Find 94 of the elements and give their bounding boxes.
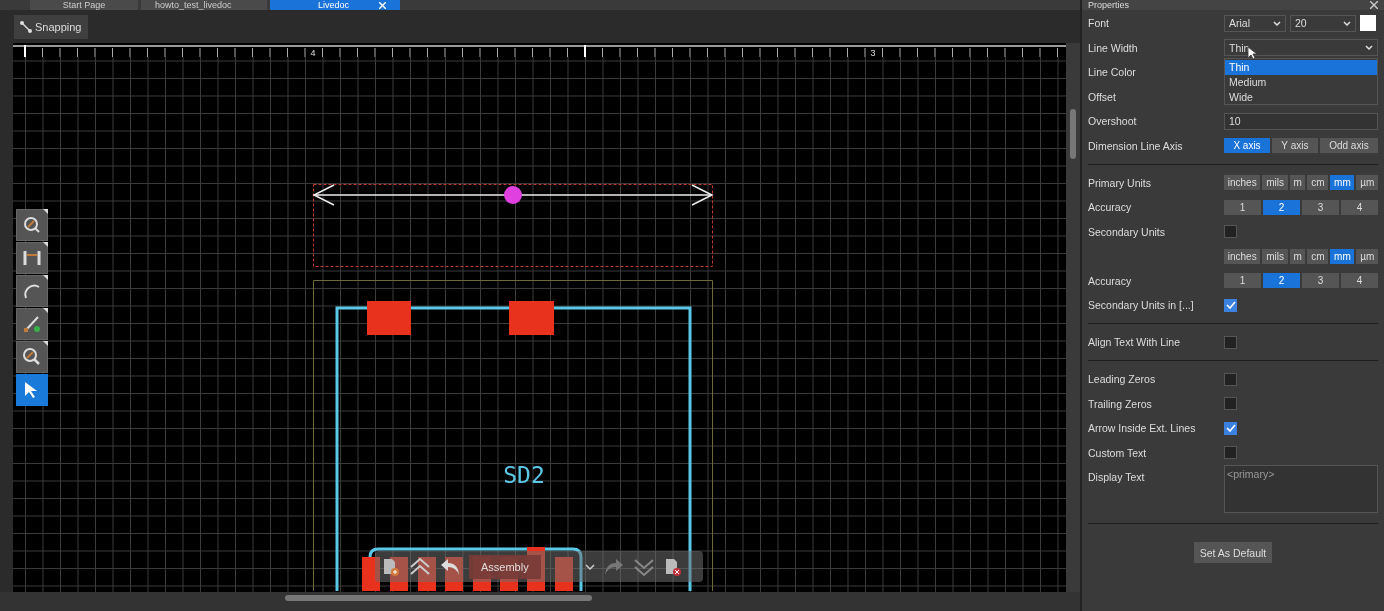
segment-option[interactable]: mm [1330,248,1355,264]
checkbox[interactable] [1224,298,1237,312]
set-default-button[interactable]: Set As Default [1193,542,1273,563]
segment-option[interactable]: Odd axis [1319,138,1378,153]
segment-option[interactable]: 1 [1224,273,1261,288]
dimension-icon [22,248,42,268]
segment-option[interactable]: µm [1356,248,1379,264]
property-label: Display Text [1088,471,1146,483]
property-label: Leading Zeros [1088,373,1157,385]
pad [362,557,380,591]
snapping-button[interactable]: Snapping [14,14,88,39]
undo-icon[interactable] [439,556,461,577]
segment-option[interactable]: cm [1307,175,1329,190]
checkbox[interactable] [1224,335,1237,349]
segment-option[interactable]: 2 [1263,273,1300,288]
ruler-label: 4 [310,48,316,58]
tool-button[interactable] [16,209,48,241]
segment-option[interactable]: cm [1307,248,1329,264]
property-label: Align Text With Line [1088,336,1182,348]
panel-title: Properties [1088,0,1130,10]
double-chevron-down-icon[interactable] [632,556,655,577]
property-label: Accuracy [1088,201,1133,213]
dropdown-option[interactable]: Medium [1225,75,1377,90]
zoom-icon [22,347,42,367]
segment-option[interactable]: mils [1262,175,1288,190]
property-label: Dimension Line Axis [1088,139,1184,152]
caret-icon[interactable] [584,563,595,570]
select-tool[interactable] [16,374,48,406]
segment-option[interactable]: 2 [1263,199,1300,215]
checkbox[interactable] [1224,421,1237,435]
scrollbar-thumb[interactable] [285,595,592,601]
dropdown-option[interactable]: Thin [1225,60,1377,75]
segment-option[interactable]: 4 [1341,273,1378,288]
property-label: Secondary Units in [...] [1088,299,1195,311]
handle-dot[interactable] [504,186,522,204]
layer-select[interactable]: Assembly [469,554,541,579]
font-select[interactable]: Arial [1224,14,1286,32]
property-label: Font [1088,17,1110,29]
tool-button[interactable] [16,275,48,307]
overshoot-field[interactable]: 10 [1224,112,1378,130]
pad [367,301,411,335]
scrollbar-thumb[interactable] [1070,109,1076,159]
document-tab[interactable]: Livedoc [270,0,400,10]
ruler-label: 3 [870,48,876,58]
display-text-field[interactable]: <primary> [1224,465,1378,513]
segment-option[interactable]: inches [1224,175,1261,190]
tool-button[interactable] [16,242,48,274]
property-label: Line Color [1088,66,1137,78]
font-size-select[interactable]: 20 [1290,14,1356,32]
segment-option[interactable]: 3 [1302,199,1339,215]
segment-option[interactable]: m [1289,248,1306,264]
property-label: Secondary Units [1088,225,1167,238]
pad [509,301,554,335]
property-label: Arrow Inside Ext. Lines [1088,422,1197,434]
segment-option[interactable]: Y axis [1272,138,1318,153]
checkbox[interactable] [1224,372,1237,386]
checkbox[interactable] [1224,397,1237,410]
redo-icon[interactable] [602,556,625,577]
property-label: Overshoot [1088,115,1138,127]
component-label: SD2 [503,462,545,488]
property-label: Line Width [1088,41,1139,54]
property-label: Offset [1088,90,1117,103]
segment-option[interactable]: inches [1224,248,1261,264]
pad [555,557,573,591]
add-page-icon[interactable] [381,556,401,577]
tool-button[interactable] [16,308,48,340]
property-label: Custom Text [1088,446,1148,459]
segment-option[interactable]: µm [1356,175,1379,190]
caret-icon [1273,20,1281,26]
design-canvas[interactable]: 4 3 SD2 Assembly [13,43,1066,592]
dropdown-option[interactable]: Wide [1225,90,1377,105]
caret-icon [1365,45,1373,50]
checkbox[interactable] [1224,446,1237,459]
color-swatch[interactable] [1360,15,1376,31]
zoom-area-icon [22,215,42,235]
line-icon [22,314,42,334]
segment-option[interactable]: 4 [1341,199,1378,215]
segment-option[interactable]: 3 [1302,273,1339,288]
checkbox[interactable] [1224,225,1237,238]
tool-button[interactable] [16,341,48,373]
caret-icon [1343,20,1351,26]
property-label: Accuracy [1088,274,1133,287]
document-tab[interactable]: howto_test_livedoc [141,0,267,10]
segment-option[interactable]: m [1289,175,1306,190]
close-icon[interactable] [1370,1,1378,9]
double-chevron-up-icon[interactable] [409,556,431,577]
property-label: Trailing Zeros [1088,397,1153,410]
segment-option[interactable]: mils [1262,248,1288,264]
document-tab[interactable]: Start Page [30,0,138,10]
snap-line-icon [20,20,32,33]
segment-option[interactable]: mm [1330,175,1355,190]
segment-option[interactable]: 1 [1224,199,1261,215]
property-label: Primary Units [1088,176,1152,189]
segment-option[interactable]: X axis [1224,138,1270,153]
